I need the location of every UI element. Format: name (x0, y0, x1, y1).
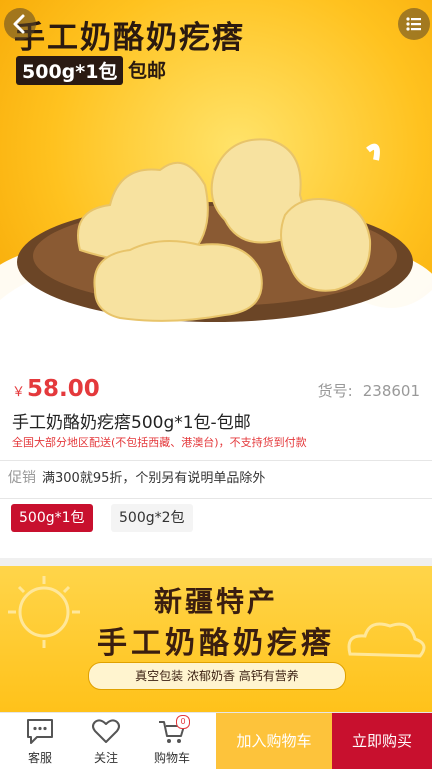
banner-title-1: 新疆特产 (153, 585, 278, 618)
banner-title-2: 手工奶酪奶疙瘩 (97, 626, 335, 661)
cart-label: 购物车 (153, 751, 190, 765)
price: 58.00 (27, 376, 100, 402)
product-hero-image: 手工奶酪奶疙瘩 500g*1包 包邮 (0, 0, 432, 368)
cart-count-badge: 0 (176, 715, 190, 729)
promotion-tag: 促销 (8, 470, 36, 486)
sku: 货号: 238601 (318, 380, 420, 401)
add-to-cart-button[interactable]: 加入购物车 (216, 713, 332, 769)
price-row: ￥58.00 (12, 376, 100, 402)
divider (0, 460, 432, 461)
option-500g-1[interactable]: 500g*1包 (11, 504, 93, 532)
product-title: 手工奶酪奶疙瘩500g*1包-包邮 (12, 413, 251, 433)
bottom-action-bar: 客服 关注 0 购物车 加入购物车 立即购买 (0, 712, 432, 769)
chat-bubble-icon (27, 719, 53, 744)
option-500g-2[interactable]: 500g*2包 (111, 504, 193, 532)
customer-service-label: 客服 (27, 751, 52, 765)
sku-value: 238601 (362, 382, 420, 400)
list-menu-icon (406, 17, 421, 31)
shipping-note: 全国大部分地区配送(不包括西藏、港澳台)，不支持货到付款 (12, 436, 307, 449)
divider (0, 498, 432, 499)
follow-button[interactable]: 关注 (78, 713, 134, 769)
cart-button[interactable]: 0 购物车 (144, 713, 200, 769)
follow-label: 关注 (93, 751, 118, 765)
back-button[interactable] (4, 8, 36, 40)
hero-shipping-tag: 包邮 (128, 60, 167, 82)
buy-now-button[interactable]: 立即购买 (332, 713, 432, 769)
menu-button[interactable] (398, 8, 430, 40)
promotion-row: 促销 满300就95折，个别另有说明单品除外 (8, 467, 265, 487)
back-arrow-icon (13, 14, 25, 34)
banner-tagline: 真空包装 浓郁奶香 高钙有营养 (88, 662, 346, 690)
currency-symbol: ￥ (12, 385, 26, 400)
hero-title: 手工奶酪奶疙瘩 (14, 20, 245, 56)
hero-weight-tag: 500g*1包 (16, 56, 124, 85)
promotion-text: 满300就95折，个别另有说明单品除外 (42, 471, 266, 486)
section-separator (0, 558, 432, 566)
heart-icon (92, 719, 120, 743)
detail-banner: 新疆特产 手工奶酪奶疙瘩 真空包装 浓郁奶香 高钙有营养 (0, 566, 432, 712)
customer-service-button[interactable]: 客服 (12, 713, 68, 769)
sku-label: 货号: (317, 382, 353, 400)
